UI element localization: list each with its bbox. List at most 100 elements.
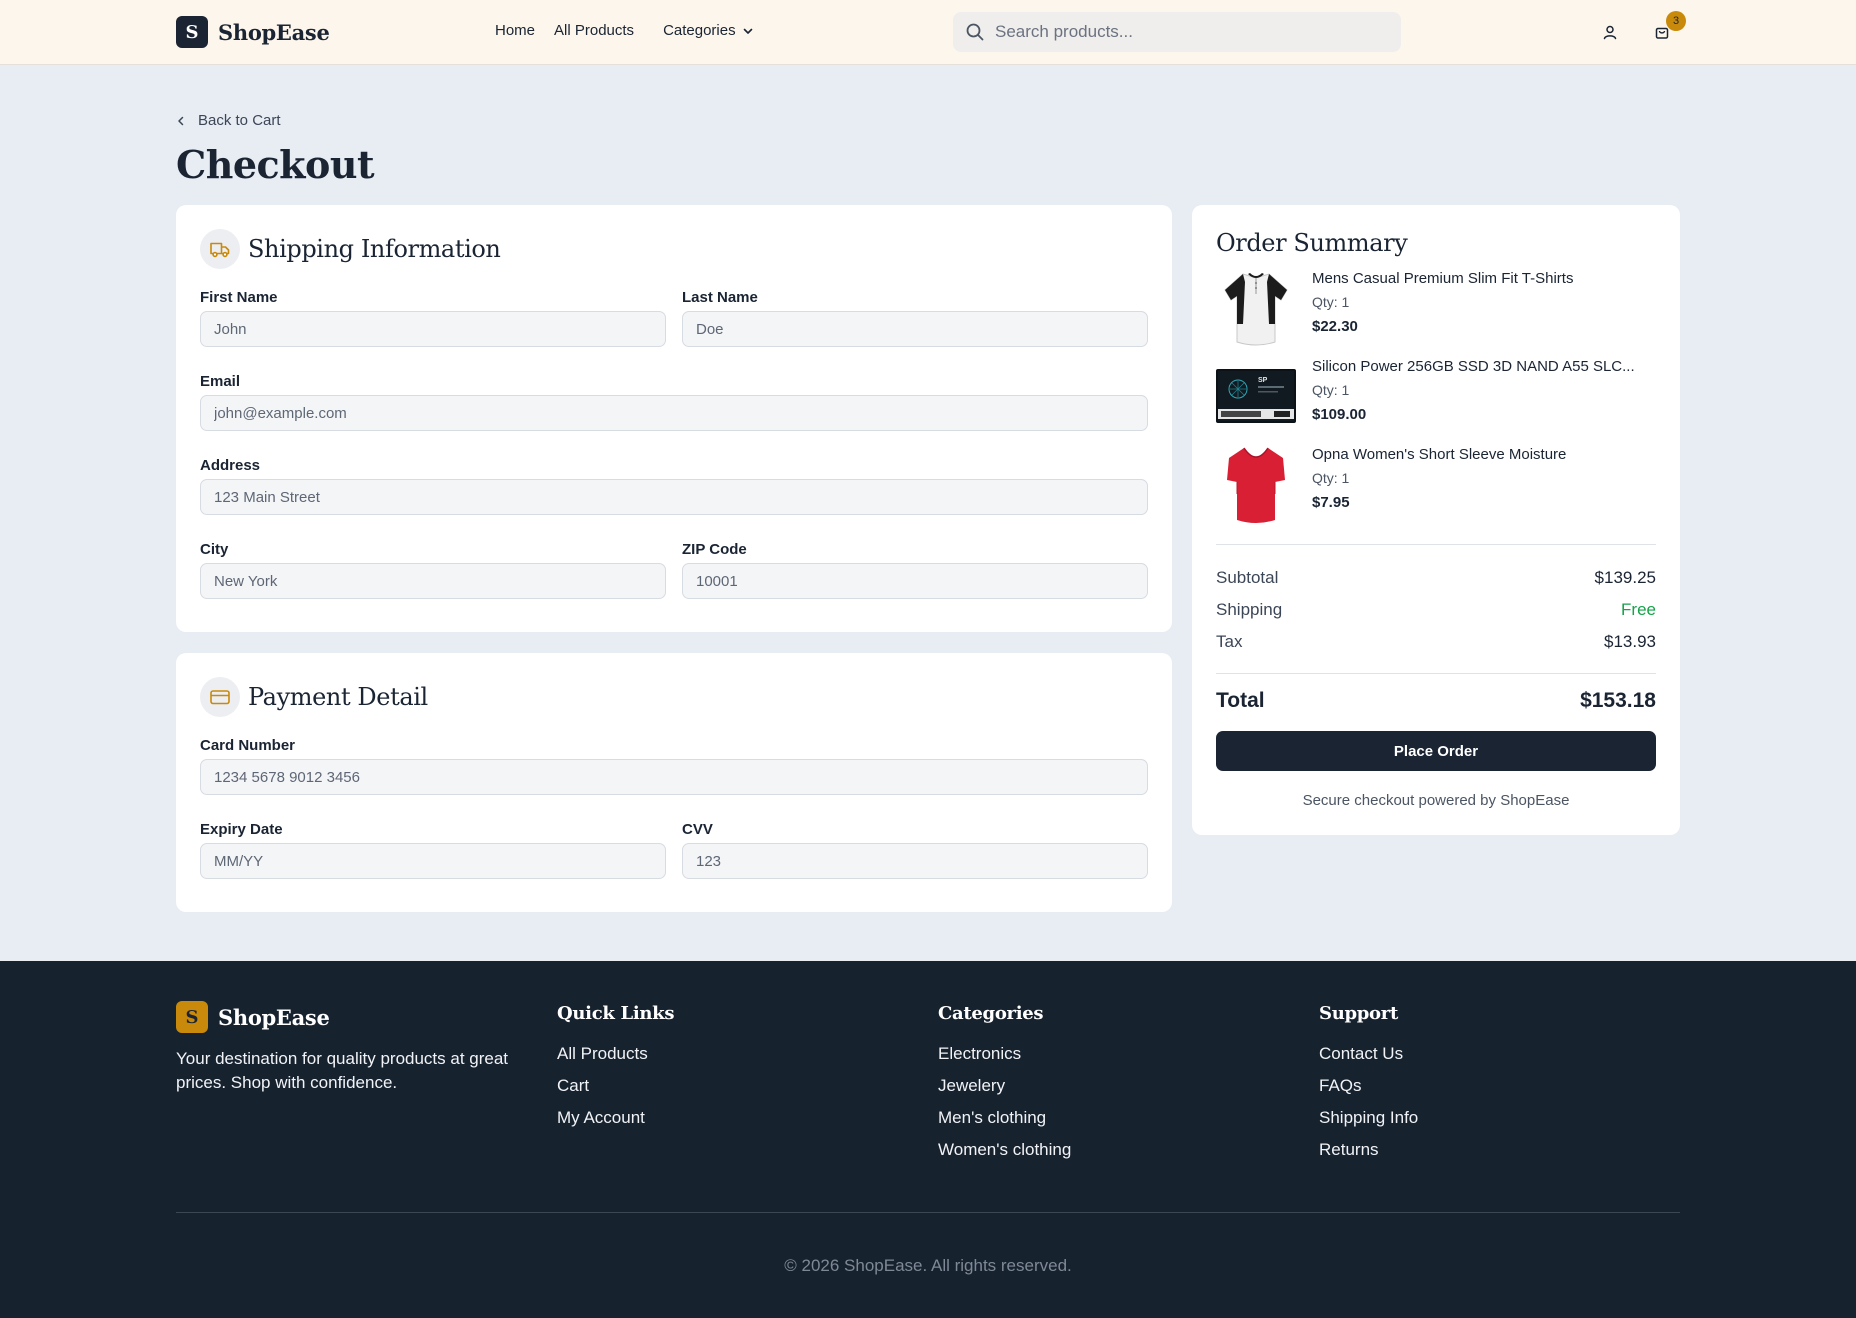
- truck-icon-badge: [200, 229, 240, 269]
- order-summary-card: Order Summary Mens Casual Premium Slim F…: [1192, 205, 1680, 835]
- footer-logo-badge: S: [176, 1001, 208, 1033]
- city-field: City: [200, 541, 666, 599]
- place-order-button[interactable]: Place Order: [1216, 731, 1656, 771]
- summary-divider: [1216, 673, 1656, 674]
- user-icon: [1603, 25, 1617, 40]
- back-to-cart-label: Back to Cart: [198, 112, 281, 129]
- footer-link[interactable]: Shipping Info: [1319, 1106, 1418, 1129]
- cvv-label: CVV: [682, 821, 713, 838]
- total-row: Total $153.18: [1216, 689, 1656, 713]
- footer-quick-links: Quick Links All Products Cart My Account: [557, 1003, 675, 1138]
- tax-row: Tax $13.93: [1216, 632, 1656, 652]
- subtotal-label: Subtotal: [1216, 568, 1279, 587]
- cvv-input[interactable]: [682, 843, 1148, 879]
- item-qty: Qty: 1: [1312, 382, 1350, 398]
- first-name-field: First Name: [200, 289, 666, 347]
- card-number-field: Card Number: [200, 737, 1148, 795]
- logo-badge: S: [176, 16, 208, 48]
- footer-link[interactable]: All Products: [557, 1042, 674, 1065]
- expiry-date-label: Expiry Date: [200, 821, 283, 838]
- red-tshirt-icon: [1216, 444, 1296, 524]
- copyright: © 2026 ShopEase. All rights reserved.: [784, 1256, 1072, 1275]
- address-input[interactable]: [200, 479, 1148, 515]
- order-item[interactable]: Mens Casual Premium Slim Fit T-Shirts Qt…: [1216, 268, 1656, 348]
- shipping-value: Free: [1621, 600, 1656, 619]
- zip-code-field: ZIP Code: [682, 541, 1148, 599]
- page-title: Checkout: [176, 142, 375, 187]
- footer-link[interactable]: FAQs: [1319, 1074, 1418, 1097]
- email-input[interactable]: [200, 395, 1148, 431]
- total-value: $153.18: [1580, 689, 1656, 712]
- truck-icon: [210, 242, 230, 258]
- search-input[interactable]: [995, 22, 1375, 42]
- subtotal-value: $139.25: [1594, 568, 1656, 587]
- first-name-label: First Name: [200, 289, 278, 306]
- city-label: City: [200, 541, 229, 558]
- order-item[interactable]: Opna Women's Short Sleeve Moisture Qty: …: [1216, 444, 1656, 524]
- nav-link-home[interactable]: Home: [495, 22, 535, 39]
- search-icon: [966, 23, 984, 41]
- item-price: $109.00: [1312, 406, 1367, 423]
- nav-link-all-products[interactable]: All Products: [554, 22, 634, 39]
- brand-name: ShopEase: [218, 19, 330, 45]
- footer-description: Your destination for quality products at…: [176, 1049, 509, 1092]
- footer-link[interactable]: Electronics: [938, 1042, 1071, 1065]
- secure-checkout-note: Secure checkout powered by ShopEase: [1302, 792, 1570, 809]
- cvv-field: CVV: [682, 821, 1148, 879]
- tax-label: Tax: [1216, 632, 1243, 651]
- search-bar: [953, 12, 1401, 52]
- item-qty: Qty: 1: [1312, 470, 1350, 486]
- shipping-title: Shipping Information: [248, 235, 501, 263]
- expiry-date-input[interactable]: [200, 843, 666, 879]
- ssd-icon: SP: [1216, 356, 1296, 436]
- payment-card-header: Payment Detail: [200, 677, 428, 717]
- cart-count-badge: 3: [1666, 11, 1686, 31]
- item-name: Mens Casual Premium Slim Fit T-Shirts: [1312, 270, 1574, 287]
- footer-link[interactable]: Men's clothing: [938, 1106, 1071, 1129]
- shipping-label: Shipping: [1216, 600, 1283, 619]
- summary-divider: [1216, 544, 1656, 545]
- card-number-label: Card Number: [200, 737, 296, 754]
- footer-link[interactable]: Cart: [557, 1074, 674, 1097]
- total-label: Total: [1216, 689, 1265, 712]
- address-field: Address: [200, 457, 1148, 515]
- logo[interactable]: S ShopEase: [176, 16, 330, 48]
- last-name-label: Last Name: [682, 289, 758, 306]
- tshirt-raglan-icon: [1216, 268, 1296, 348]
- footer-categories-title: Categories: [938, 1003, 1044, 1024]
- card-number-input[interactable]: [200, 759, 1148, 795]
- last-name-field: Last Name: [682, 289, 1148, 347]
- order-item[interactable]: SP Silicon Power 256GB SSD 3D NAND A55 S…: [1216, 356, 1656, 436]
- order-summary-title: Order Summary: [1216, 229, 1408, 257]
- nav-links: Home All Products Categories: [495, 22, 754, 39]
- categories-dropdown[interactable]: Categories: [663, 22, 754, 39]
- footer-divider: [176, 1212, 1680, 1213]
- footer-link[interactable]: Returns: [1319, 1138, 1418, 1161]
- footer-link[interactable]: My Account: [557, 1106, 674, 1129]
- tax-value: $13.93: [1604, 632, 1656, 651]
- address-label: Address: [200, 457, 261, 474]
- back-to-cart-link[interactable]: Back to Cart: [176, 112, 281, 129]
- footer-support-title: Support: [1319, 1003, 1398, 1024]
- item-name: Silicon Power 256GB SSD 3D NAND A55 SLC.…: [1312, 358, 1635, 375]
- cart-button[interactable]: 3: [1652, 11, 1686, 42]
- shipping-card-header: Shipping Information: [200, 229, 501, 269]
- first-name-input[interactable]: [200, 311, 666, 347]
- item-name: Opna Women's Short Sleeve Moisture: [1312, 446, 1567, 463]
- item-price: $7.95: [1312, 494, 1350, 511]
- footer-brand-name: ShopEase: [218, 1004, 330, 1030]
- svg-text:SP: SP: [1258, 377, 1268, 384]
- last-name-input[interactable]: [682, 311, 1148, 347]
- footer-link[interactable]: Contact Us: [1319, 1042, 1418, 1065]
- chevron-down-icon: [743, 28, 752, 34]
- account-button[interactable]: [1600, 22, 1620, 42]
- zip-code-input[interactable]: [682, 563, 1148, 599]
- footer-link[interactable]: Women's clothing: [938, 1138, 1071, 1161]
- footer-logo[interactable]: S ShopEase: [176, 1001, 330, 1033]
- city-input[interactable]: [200, 563, 666, 599]
- footer-link[interactable]: Jewelery: [938, 1074, 1071, 1097]
- item-qty: Qty: 1: [1312, 294, 1350, 310]
- zip-code-label: ZIP Code: [682, 541, 747, 558]
- credit-card-icon-badge: [200, 677, 240, 717]
- footer-quick-links-title: Quick Links: [557, 1003, 675, 1024]
